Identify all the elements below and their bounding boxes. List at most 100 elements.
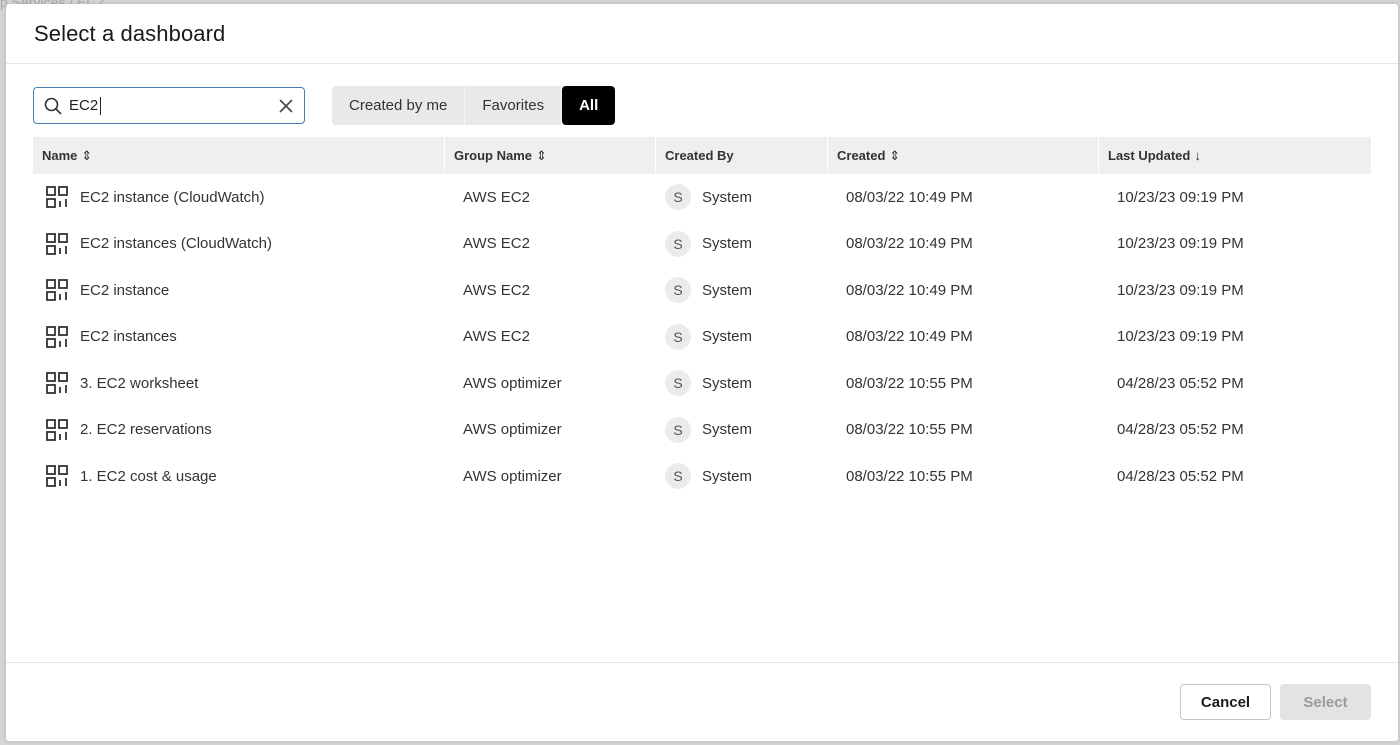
created-cell: 08/03/22 10:55 PM — [828, 407, 1099, 454]
dashboard-icon — [45, 418, 69, 442]
search-input[interactable] — [69, 96, 101, 115]
name-cell: EC2 instance (CloudWatch) — [33, 174, 445, 221]
dashboard-name: EC2 instances — [80, 328, 177, 346]
column-header-group[interactable]: Group Name ⇕ — [445, 137, 656, 174]
avatar: S — [665, 323, 691, 350]
table-row[interactable]: 2. EC2 reservations AWS optimizer S System 0… — [33, 407, 1371, 454]
name-cell: EC2 instances (CloudWatch) — [33, 221, 445, 268]
updated-cell: 10/23/23 09:19 PM — [1099, 174, 1371, 221]
dashboard-icon — [45, 185, 69, 209]
filter-created-by-me[interactable]: Created by me — [332, 86, 466, 125]
updated-date: 04/28/23 05:52 PM — [1117, 374, 1244, 392]
updated-cell: 04/28/23 05:52 PM — [1099, 453, 1371, 500]
updated-date: 10/23/23 09:19 PM — [1117, 328, 1244, 346]
updated-date: 04/28/23 05:52 PM — [1117, 467, 1244, 485]
filter-favorites[interactable]: Favorites — [465, 86, 563, 125]
created-by-cell: S System — [656, 314, 828, 361]
group-name: AWS optimizer — [463, 374, 562, 392]
name-cell: EC2 instances — [33, 314, 445, 361]
dialog-title: Select a dashboard — [34, 20, 226, 46]
table-row[interactable]: 3. EC2 worksheet AWS optimizer S System 08/0… — [33, 360, 1371, 407]
creator-name: System — [702, 374, 753, 392]
dashboard-icon — [45, 278, 69, 302]
updated-date: 10/23/23 09:19 PM — [1117, 281, 1244, 299]
created-by-cell: S System — [656, 221, 828, 268]
created-cell: 08/03/22 10:55 PM — [828, 453, 1099, 500]
created-date: 08/03/22 10:49 PM — [846, 188, 973, 206]
table-header: Name ⇕ Group Name ⇕ Created By Created ⇕… — [33, 137, 1371, 174]
select-button[interactable]: Select — [1280, 684, 1371, 720]
table-row[interactable]: 1. EC2 cost & usage AWS optimizer S System 0… — [33, 453, 1371, 500]
group-cell: AWS optimizer — [445, 360, 656, 407]
creator-name: System — [702, 235, 753, 253]
column-header-last-updated[interactable]: Last Updated ↓ — [1099, 137, 1371, 174]
table-body: EC2 instance (CloudWatch) AWS EC2 S System 0… — [33, 174, 1371, 500]
name-cell: 1. EC2 cost & usage — [33, 453, 445, 500]
column-header-name[interactable]: Name ⇕ — [33, 137, 445, 174]
avatar: S — [665, 230, 691, 257]
ownership-filter: Created by me Favorites All — [332, 86, 616, 125]
column-header-created[interactable]: Created ⇕ — [828, 137, 1099, 174]
created-date: 08/03/22 10:49 PM — [846, 328, 973, 346]
group-cell: AWS EC2 — [445, 221, 656, 268]
group-cell: AWS EC2 — [445, 174, 656, 221]
dialog-footer: Cancel Select — [6, 662, 1398, 741]
clear-search-icon[interactable] — [276, 96, 296, 116]
created-date: 08/03/22 10:49 PM — [846, 235, 973, 253]
name-cell: 2. EC2 reservations — [33, 407, 445, 454]
created-date: 08/03/22 10:55 PM — [846, 467, 973, 485]
table-row[interactable]: EC2 instance (CloudWatch) AWS EC2 S System 0… — [33, 174, 1371, 221]
group-name: AWS EC2 — [463, 281, 530, 299]
dashboard-name: EC2 instance (CloudWatch) — [80, 188, 265, 206]
updated-date: 10/23/23 09:19 PM — [1117, 235, 1244, 253]
table-row[interactable]: EC2 instances AWS EC2 S System 08/03/22 10:4… — [33, 314, 1371, 361]
column-label: Last Updated — [1108, 148, 1191, 163]
created-by-cell: S System — [656, 174, 828, 221]
avatar: S — [665, 277, 691, 304]
created-cell: 08/03/22 10:49 PM — [828, 267, 1099, 314]
updated-cell: 04/28/23 05:52 PM — [1099, 360, 1371, 407]
updated-cell: 04/28/23 05:52 PM — [1099, 407, 1371, 454]
column-header-created-by: Created By — [656, 137, 828, 174]
dashboards-table: Name ⇕ Group Name ⇕ Created By Created ⇕… — [33, 137, 1371, 500]
dashboard-icon — [45, 371, 69, 395]
created-date: 08/03/22 10:49 PM — [846, 281, 973, 299]
created-cell: 08/03/22 10:49 PM — [828, 314, 1099, 361]
dashboard-icon — [45, 464, 69, 488]
created-by-cell: S System — [656, 407, 828, 454]
sort-icon: ⇕ — [536, 147, 547, 163]
dashboard-icon — [45, 232, 69, 256]
sort-icon: ⇕ — [889, 147, 901, 163]
search-field[interactable] — [33, 87, 305, 124]
group-cell: AWS optimizer — [445, 407, 656, 454]
table-row[interactable]: EC2 instance AWS EC2 S System 08/03/22 10:49… — [33, 267, 1371, 314]
dashboard-name: 3. EC2 worksheet — [80, 374, 199, 392]
sort-icon: ⇕ — [81, 147, 93, 163]
dashboard-name: EC2 instances (CloudWatch) — [80, 235, 273, 253]
search-icon — [44, 97, 62, 114]
created-by-cell: S System — [656, 360, 828, 407]
creator-name: System — [702, 281, 753, 299]
filter-all[interactable]: All — [562, 86, 616, 125]
created-date: 08/03/22 10:55 PM — [846, 421, 973, 439]
updated-cell: 10/23/23 09:19 PM — [1099, 221, 1371, 268]
created-cell: 08/03/22 10:49 PM — [828, 174, 1099, 221]
sort-descending-icon: ↓ — [1194, 148, 1201, 163]
name-cell: EC2 instance — [33, 267, 445, 314]
avatar: S — [665, 184, 691, 211]
cancel-button[interactable]: Cancel — [1180, 684, 1271, 720]
dashboard-icon — [45, 325, 69, 349]
created-date: 08/03/22 10:55 PM — [846, 374, 973, 392]
creator-name: System — [702, 421, 753, 439]
group-name: AWS optimizer — [463, 467, 562, 485]
group-name: AWS EC2 — [463, 328, 530, 346]
creator-name: System — [702, 328, 753, 346]
created-by-cell: S System — [656, 267, 828, 314]
filter-toolbar: Created by me Favorites All — [33, 86, 616, 125]
group-name: AWS EC2 — [463, 235, 530, 253]
table-row[interactable]: EC2 instances (CloudWatch) AWS EC2 S System… — [33, 221, 1371, 268]
updated-date: 04/28/23 05:52 PM — [1117, 421, 1244, 439]
group-name: AWS EC2 — [463, 188, 530, 206]
group-cell: AWS optimizer — [445, 453, 656, 500]
created-cell: 08/03/22 10:55 PM — [828, 360, 1099, 407]
